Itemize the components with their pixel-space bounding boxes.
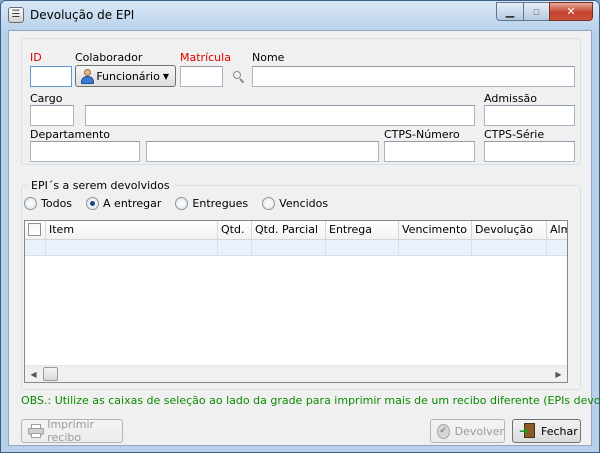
- column-entrega[interactable]: Entrega: [326, 221, 399, 240]
- radio-todos[interactable]: [24, 197, 37, 210]
- window-title: Devolução de EPI: [30, 8, 135, 22]
- devolver-label: Devolver: [454, 424, 504, 438]
- devolver-button[interactable]: ✔ Devolver: [430, 419, 505, 443]
- ctps-numero-input[interactable]: [384, 141, 475, 162]
- admissao-input[interactable]: [484, 105, 575, 126]
- maximize-button: ▫: [523, 2, 549, 21]
- minimize-button[interactable]: ▁: [496, 2, 523, 21]
- admissao-label: Admissão: [484, 92, 538, 105]
- person-icon: [80, 68, 94, 84]
- row-select-cell[interactable]: [25, 240, 46, 256]
- close-icon: ✕: [566, 5, 576, 18]
- filter-a-entregar-label: A entregar: [103, 197, 162, 210]
- filter-entregues[interactable]: Entregues: [175, 197, 248, 210]
- ctps-serie-label: CTPS-Série: [484, 128, 545, 141]
- id-label: ID: [30, 51, 42, 64]
- colaborador-label: Colaborador: [75, 51, 143, 64]
- column-devolucao[interactable]: Devolução: [472, 221, 547, 240]
- row-item-cell[interactable]: [46, 240, 218, 256]
- matricula-input[interactable]: [180, 66, 223, 87]
- select-all-checkbox[interactable]: [28, 223, 41, 236]
- nome-label: Nome: [252, 51, 285, 64]
- form-client-area: ID Colaborador Funcionário ▼ Matrícula N…: [8, 30, 599, 446]
- row-entrega-cell[interactable]: [326, 240, 399, 256]
- epi-filter-radios: Todos A entregar Entregues Vencidos: [24, 197, 342, 210]
- colaborador-value: Funcionário: [96, 69, 160, 83]
- scroll-left-arrow[interactable]: ◀: [25, 366, 42, 382]
- app-window: ☰ Devolução de EPI ▁ ▫ ✕ ID Colaborador …: [0, 0, 600, 453]
- radio-entregues[interactable]: [175, 197, 189, 210]
- imprimir-recibo-button[interactable]: Imprimir recibo: [21, 418, 123, 444]
- filter-todos[interactable]: Todos: [24, 197, 72, 210]
- ctps-numero-label: CTPS-Número: [384, 128, 460, 141]
- column-almoxarifado[interactable]: Alm: [547, 221, 567, 240]
- window-controls: ▁ ▫ ✕: [496, 2, 593, 21]
- column-vencimento[interactable]: Vencimento: [399, 221, 472, 240]
- ctps-serie-input[interactable]: [484, 141, 575, 162]
- filter-a-entregar[interactable]: A entregar: [86, 197, 161, 210]
- scroll-right-arrow[interactable]: ▶: [550, 366, 567, 382]
- row-qtd-cell[interactable]: [218, 240, 252, 256]
- epis-group-label: EPI´s a serem devolvidos: [28, 179, 173, 192]
- departamento-name-input[interactable]: [146, 141, 379, 162]
- filter-entregues-label: Entregues: [192, 197, 249, 210]
- maximize-icon: ▫: [532, 5, 541, 18]
- id-input[interactable]: [30, 66, 72, 87]
- title-bar[interactable]: ☰ Devolução de EPI ▁ ▫ ✕: [1, 1, 599, 29]
- matricula-label: Matrícula: [180, 51, 231, 64]
- table-row[interactable]: [25, 240, 567, 256]
- row-devolucao-cell[interactable]: [472, 240, 547, 256]
- cargo-name-input[interactable]: [85, 105, 475, 126]
- horizontal-scrollbar[interactable]: ◀ ▶: [25, 365, 567, 382]
- departamento-code-input[interactable]: [30, 141, 140, 162]
- obs-note: OBS.: Utilize as caixas de seleção ao la…: [21, 394, 600, 407]
- row-qtd-parcial-cell[interactable]: [252, 240, 326, 256]
- cargo-label: Cargo: [30, 92, 63, 105]
- minimize-icon: ▁: [505, 5, 515, 18]
- filter-vencidos-label: Vencidos: [279, 197, 329, 210]
- fechar-label: Fechar: [541, 424, 578, 438]
- filter-todos-label: Todos: [41, 197, 73, 210]
- exit-icon: ➜: [519, 423, 536, 439]
- close-button[interactable]: ✕: [549, 2, 593, 21]
- imprimir-recibo-label: Imprimir recibo: [47, 418, 95, 444]
- chevron-down-icon: ▼: [162, 71, 169, 81]
- collaborator-panel: ID Colaborador Funcionário ▼ Matrícula N…: [21, 38, 581, 165]
- printer-icon: [28, 424, 44, 438]
- radio-vencidos[interactable]: [262, 197, 276, 210]
- fechar-button[interactable]: ➜ Fechar: [512, 419, 581, 443]
- column-qtd[interactable]: Qtd.: [218, 221, 252, 240]
- colaborador-dropdown[interactable]: Funcionário ▼: [75, 65, 176, 87]
- select-all-column: [25, 221, 46, 240]
- search-icon[interactable]: [233, 71, 245, 84]
- column-item[interactable]: Item: [46, 221, 218, 240]
- filter-vencidos[interactable]: Vencidos: [262, 197, 328, 210]
- app-icon[interactable]: ☰: [8, 7, 24, 23]
- epi-grid[interactable]: Item Qtd. Qtd. Parcial Entrega Venciment…: [24, 220, 568, 383]
- grid-header: Item Qtd. Qtd. Parcial Entrega Venciment…: [25, 221, 567, 240]
- check-icon: ✔: [437, 423, 450, 439]
- departamento-label: Departamento: [30, 128, 111, 141]
- column-qtd-parcial[interactable]: Qtd. Parcial: [252, 221, 326, 240]
- scroll-thumb[interactable]: [43, 367, 58, 381]
- nome-input[interactable]: [252, 66, 575, 87]
- cargo-code-input[interactable]: [30, 105, 74, 126]
- row-vencimento-cell[interactable]: [399, 240, 472, 256]
- radio-a-entregar[interactable]: [86, 197, 100, 210]
